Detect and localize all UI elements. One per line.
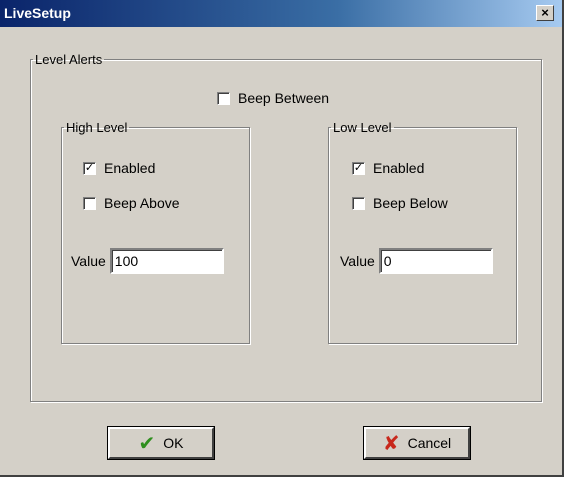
beep-below-checkbox[interactable]: Beep Below <box>352 195 448 211</box>
beep-above-box[interactable] <box>83 196 96 210</box>
high-value-input[interactable] <box>109 248 224 274</box>
high-value-label: Value <box>71 253 106 269</box>
close-button[interactable]: × <box>536 5 554 21</box>
beep-between-checkbox[interactable]: Beep Between <box>217 90 329 106</box>
low-enabled-label: Enabled <box>373 160 425 176</box>
high-enabled-box[interactable]: ✓ <box>83 161 96 175</box>
beep-above-label: Beep Above <box>104 195 180 211</box>
ok-button[interactable]: ✔ OK <box>108 427 214 459</box>
high-value-row: Value <box>71 248 224 274</box>
level-alerts-legend: Level Alerts <box>35 52 103 67</box>
high-enabled-label: Enabled <box>104 160 156 176</box>
cancel-button[interactable]: ✘ Cancel <box>364 427 470 459</box>
low-level-group: Low Level <box>328 120 517 344</box>
window-title: LiveSetup <box>4 5 71 21</box>
x-icon: ✘ <box>382 432 400 455</box>
low-level-legend: Low Level <box>333 120 392 135</box>
close-icon: × <box>541 5 549 20</box>
low-value-row: Value <box>340 248 493 274</box>
beep-below-label: Beep Below <box>373 195 448 211</box>
checkmark-icon: ✔ <box>138 432 156 455</box>
low-value-input[interactable] <box>378 248 493 274</box>
ok-label: OK <box>163 435 184 451</box>
high-level-legend: High Level <box>66 120 128 135</box>
high-level-group: High Level <box>61 120 250 344</box>
low-enabled-checkbox[interactable]: ✓ Enabled <box>352 160 424 176</box>
beep-between-box[interactable] <box>217 91 230 105</box>
low-value-label: Value <box>340 253 375 269</box>
cancel-label: Cancel <box>407 435 452 451</box>
high-enabled-checkbox[interactable]: ✓ Enabled <box>83 160 155 176</box>
beep-below-box[interactable] <box>352 196 365 210</box>
low-enabled-box[interactable]: ✓ <box>352 161 365 175</box>
livesetup-dialog: LiveSetup × Level Alerts Beep Between Hi… <box>0 0 564 477</box>
beep-above-checkbox[interactable]: Beep Above <box>83 195 180 211</box>
beep-between-label: Beep Between <box>238 90 330 106</box>
title-bar[interactable]: LiveSetup × <box>0 0 562 27</box>
